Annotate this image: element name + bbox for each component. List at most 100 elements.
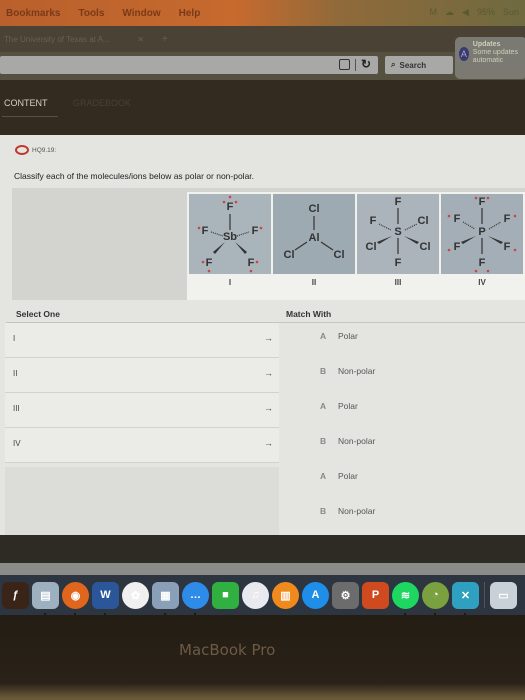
svg-text:F: F (395, 257, 402, 269)
svg-text:F: F (395, 196, 402, 208)
update-notification[interactable]: A Updates Some updates automatic (455, 37, 525, 79)
svg-text:F: F (252, 225, 259, 237)
battery-status[interactable]: 95% (477, 7, 495, 18)
row-label: IV (13, 439, 21, 448)
dock-app-store-icon[interactable]: A (302, 581, 329, 609)
svg-text:F: F (206, 257, 213, 269)
search-input[interactable]: ⌕ Search (385, 56, 453, 74)
laptop-brand: MacBook Pro (179, 641, 276, 659)
dock-photos-icon[interactable]: ✿ (122, 581, 149, 609)
option-non-polar[interactable]: B Non-polar (320, 436, 375, 471)
close-tab-icon[interactable]: ✕ (137, 35, 144, 44)
molecule-label-3: III (394, 278, 402, 287)
option-polar[interactable]: A Polar (320, 331, 375, 366)
dock-messages-icon[interactable]: … (182, 581, 209, 615)
tab-gradebook[interactable]: GRADEBOOK (73, 98, 131, 108)
dock-clock-icon[interactable]: ◔ (422, 581, 449, 615)
match-row-4[interactable]: IV → (5, 428, 279, 463)
select-one-list: I → II → III → IV → (5, 323, 279, 463)
search-icon: ⌕ (391, 60, 396, 69)
new-tab-button[interactable]: + (162, 34, 168, 45)
svg-text:Cl: Cl (420, 241, 431, 253)
molecule-2-structure: Cl Al Cl Cl (273, 194, 355, 274)
app-header: CONTENT GRADEBOOK (0, 80, 525, 135)
molecule-1-structure: F Sb F F F F (189, 194, 271, 274)
select-one-header: Select One (16, 309, 60, 319)
flag-icon[interactable] (15, 145, 29, 155)
dock-app-with-badge-icon[interactable]: ✕ (452, 581, 479, 615)
option-polar[interactable]: A Polar (320, 471, 375, 506)
svg-text:S: S (394, 226, 401, 238)
menu-window[interactable]: Window (122, 8, 160, 19)
clock-status[interactable]: Sun (503, 7, 519, 18)
tab-content[interactable]: CONTENT (4, 98, 48, 108)
match-row-3[interactable]: III → (5, 393, 279, 428)
url-bar-divider (355, 59, 356, 71)
svg-text:F: F (479, 196, 486, 208)
option-text: Polar (338, 331, 358, 341)
option-letter: B (320, 366, 327, 376)
svg-text:F: F (504, 213, 511, 225)
dock-system-preferences-icon[interactable]: ⚙ (332, 581, 359, 609)
svg-text:F: F (454, 213, 461, 225)
option-non-polar[interactable]: B Non-polar (320, 366, 375, 401)
option-letter: A (320, 331, 327, 341)
molecule-4-structure: F P F F F F F (441, 194, 523, 274)
question-header: HQ9.19: (15, 145, 56, 155)
dock-script-editor-icon[interactable]: ƒ (2, 581, 29, 609)
reload-icon[interactable]: ↻ (361, 57, 371, 71)
menu-tools[interactable]: Tools (78, 8, 104, 19)
dock-word-icon[interactable]: W (92, 581, 119, 615)
question-panel: HQ9.19: Classify each of the molecules/i… (0, 135, 525, 535)
arrow-icon: → (264, 438, 273, 448)
molecule-label-4: IV (478, 278, 486, 287)
molecule-label-2: II (311, 278, 317, 287)
option-polar[interactable]: A Polar (320, 401, 375, 436)
browser-tab-bar: The University of Texas at A... ✕ + (0, 26, 525, 52)
mail-status-icon[interactable]: M (430, 7, 438, 18)
menu-bar: Bookmarks Tools Window Help M ☁ ◀ 95% Su… (0, 0, 525, 26)
match-options-list: A Polar B Non-polar A Polar B Non-polar … (320, 331, 375, 541)
cloud-status-icon[interactable]: ☁ (445, 7, 454, 18)
volume-icon[interactable]: ◀ (462, 7, 469, 18)
match-row-1[interactable]: I → (5, 323, 279, 358)
menu-help[interactable]: Help (179, 8, 201, 19)
reader-view-icon[interactable] (339, 59, 350, 70)
menu-bookmarks[interactable]: Bookmarks (6, 8, 60, 19)
dock-itunes-icon[interactable]: ♫ (242, 581, 269, 609)
question-id: HQ9.19: (32, 146, 57, 154)
arrow-icon: → (264, 403, 273, 413)
match-row-2[interactable]: II → (5, 358, 279, 393)
dock-spotify-icon[interactable]: ≋ (392, 581, 419, 615)
svg-text:F: F (202, 225, 209, 237)
option-text: Polar (338, 401, 358, 411)
svg-text:F: F (454, 241, 461, 253)
dock-shelf (0, 563, 525, 575)
svg-text:F: F (370, 215, 377, 227)
dock-facetime-icon[interactable]: ■ (212, 581, 239, 609)
option-text: Non-polar (338, 436, 376, 446)
dock-ibooks-icon[interactable]: ▥ (272, 581, 299, 609)
url-bar[interactable]: ↻ (0, 56, 378, 74)
search-placeholder: Search (399, 60, 427, 70)
arrow-icon: → (264, 368, 273, 378)
dock-firefox-icon[interactable]: ◉ (62, 581, 89, 615)
row-label: I (13, 334, 16, 343)
dock-document-icon[interactable]: ▭ (490, 581, 517, 609)
svg-text:P: P (478, 226, 485, 238)
molecule-image: F Sb FF FF I Cl Al Cl Cl II F S F Cl Cl … (187, 192, 525, 300)
dock-powerpoint-icon[interactable]: P (362, 581, 389, 609)
dock-preview-icon[interactable]: ▤ (32, 581, 59, 615)
svg-text:Cl: Cl (366, 241, 377, 253)
status-area: M ☁ ◀ 95% Sun (430, 7, 519, 18)
active-tab-underline (2, 116, 58, 117)
svg-text:Cl: Cl (309, 203, 320, 215)
row-label: III (13, 404, 20, 413)
arrow-icon: → (264, 333, 273, 343)
svg-text:F: F (248, 257, 255, 269)
laptop-bezel: MacBook Pro (0, 615, 525, 700)
browser-toolbar: ↻ ⌕ Search (0, 52, 525, 80)
dock-image-capture-icon[interactable]: ▦ (152, 581, 179, 615)
browser-tab[interactable]: The University of Texas at A... ✕ (4, 35, 144, 44)
option-letter: B (320, 436, 327, 446)
